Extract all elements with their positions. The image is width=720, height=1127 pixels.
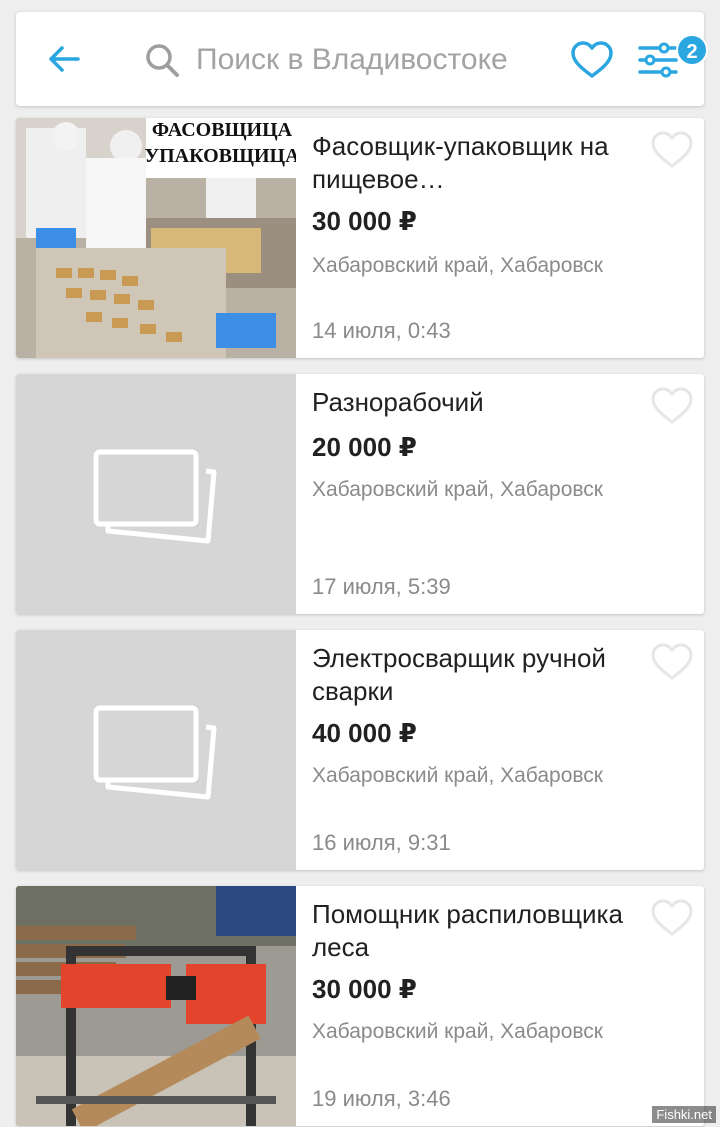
favorite-heart-icon[interactable] [650,386,694,426]
listing-card[interactable]: ФАСОВЩИЦА УПАКОВЩИЦА Фасовщик-упаковщик … [16,118,704,358]
favorite-heart-icon[interactable] [650,642,694,682]
listing-photo-placeholder [16,630,296,870]
listing-price: 30 000 ₽ [312,974,417,1004]
listing-card[interactable]: Разнорабочий 20 000 ₽ Хабаровский край, … [16,374,704,614]
photo-caption-line2: УПАКОВЩИЦА [144,145,296,167]
listing-location: Хабаровский край, Хабаровск [312,764,603,787]
listing-photo: ФАСОВЩИЦА УПАКОВЩИЦА [16,118,296,358]
listing-card[interactable]: Электросварщик ручной сварки 40 000 ₽ Ха… [16,630,704,870]
listing-card[interactable]: Помощник распиловщика леса 30 000 ₽ Хаба… [16,886,704,1126]
search-input[interactable] [196,40,566,80]
listing-title[interactable]: Электросварщик ручной сварки [312,642,632,708]
listing-location: Хабаровский край, Хабаровск [312,254,603,277]
favorite-heart-icon[interactable] [650,898,694,938]
listing-date: 16 июля, 9:31 [312,830,451,855]
listing-title[interactable]: Разнорабочий [312,386,632,419]
favorite-heart-icon[interactable] [650,130,694,170]
listing-date: 17 июля, 5:39 [312,574,451,599]
search-icon [146,44,179,77]
listing-price: 40 000 ₽ [312,718,417,748]
favorites-heart-icon[interactable] [570,38,614,82]
photo-caption-line1: ФАСОВЩИЦА [152,119,293,141]
listing-price: 20 000 ₽ [312,432,417,462]
no-photo-icon [93,449,217,544]
listing-date: 14 июля, 0:43 [312,318,451,343]
back-arrow-icon[interactable] [44,39,84,79]
search-toolbar: 2 [16,12,708,106]
listing-photo-placeholder [16,374,296,614]
listing-photo [16,886,296,1126]
listing-price: 30 000 ₽ [312,206,417,236]
listing-location: Хабаровский край, Хабаровск [312,1020,603,1043]
watermark: Fishki.net [652,1106,716,1123]
filter-count-badge: 2 [676,34,708,66]
no-photo-icon [93,705,217,800]
filter-sliders-icon[interactable] [636,38,680,82]
listing-title[interactable]: Помощник распиловщика леса [312,898,632,964]
listing-location: Хабаровский край, Хабаровск [312,478,603,501]
listing-title[interactable]: Фасовщик-упаковщик на пищевое… [312,130,632,196]
listing-date: 19 июля, 3:46 [312,1086,451,1111]
